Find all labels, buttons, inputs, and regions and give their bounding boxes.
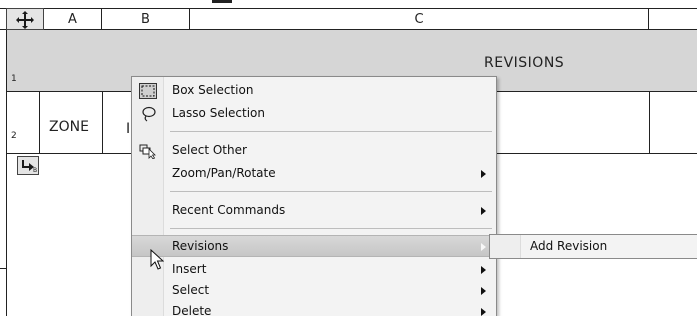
menu-item-recent-commands[interactable]: Recent Commands: [132, 200, 496, 222]
submenu-item-add-revision[interactable]: Add Revision: [530, 239, 607, 253]
column-divider-ab: [102, 92, 103, 154]
menu-item-box-selection[interactable]: Box Selection: [132, 80, 496, 102]
column-divider-cd: [649, 92, 650, 154]
column-b-cell: I: [126, 121, 131, 137]
menu-item-revisions[interactable]: Revisions: [132, 235, 496, 257]
row-number-1: 1: [11, 74, 17, 84]
column-header-d[interactable]: [649, 9, 697, 30]
menu-item-label: Select: [172, 283, 210, 297]
menu-item-delete[interactable]: Delete: [132, 301, 496, 316]
menu-item-label: Recent Commands: [172, 203, 286, 217]
menu-item-label: Lasso Selection: [172, 106, 265, 120]
submenu-arrow-icon: [481, 243, 486, 251]
revisions-title: REVISIONS: [484, 55, 565, 71]
submenu-arrow-icon: [481, 266, 486, 274]
select-other-icon: [139, 144, 156, 159]
column-header-row: A B C: [0, 8, 697, 30]
top-marker: [212, 0, 232, 3]
menu-item-insert[interactable]: Insert: [132, 259, 496, 281]
mouse-pointer-icon: [150, 249, 164, 270]
svg-text:B: B: [33, 167, 37, 173]
menu-item-zoom-pan-rotate[interactable]: Zoom/Pan/Rotate: [132, 163, 496, 185]
menu-item-label: Select Other: [172, 143, 247, 157]
submenu-icon-gutter: [490, 235, 521, 258]
submenu-arrow-icon: [481, 170, 486, 178]
menu-item-label: Zoom/Pan/Rotate: [172, 166, 276, 180]
insert-row-icon: B: [22, 160, 37, 173]
submenu-arrow-icon: [481, 287, 486, 295]
menu-separator: [170, 131, 492, 132]
box-selection-icon: [139, 83, 157, 99]
column-header-a[interactable]: A: [44, 9, 102, 30]
row-number-2: 2: [11, 131, 17, 141]
submenu-arrow-icon: [481, 207, 486, 215]
menu-item-label: Box Selection: [172, 83, 254, 97]
menu-item-lasso-selection[interactable]: Lasso Selection: [132, 103, 496, 125]
menu-item-label: Insert: [172, 262, 207, 276]
row-add-handle[interactable]: B: [17, 156, 39, 175]
lasso-selection-icon: [142, 106, 156, 122]
revisions-submenu: Add Revision: [489, 234, 697, 259]
column-header-b[interactable]: B: [102, 9, 190, 30]
left-tick: [0, 268, 7, 269]
context-menu: Box Selection Lasso Selection Select Oth…: [131, 76, 497, 316]
table-move-handle[interactable]: [6, 8, 44, 30]
move-arrows-icon: [16, 11, 34, 29]
menu-item-select[interactable]: Select: [132, 280, 496, 302]
row-divider: [39, 92, 40, 154]
column-header-c[interactable]: C: [190, 9, 649, 30]
zone-cell: ZONE: [49, 119, 89, 135]
menu-item-label: Delete: [172, 304, 212, 316]
menu-separator: [170, 191, 492, 192]
menu-item-select-other[interactable]: Select Other: [132, 140, 496, 162]
submenu-arrow-icon: [481, 308, 486, 316]
menu-item-label: Revisions: [172, 239, 229, 253]
menu-separator: [170, 228, 492, 229]
